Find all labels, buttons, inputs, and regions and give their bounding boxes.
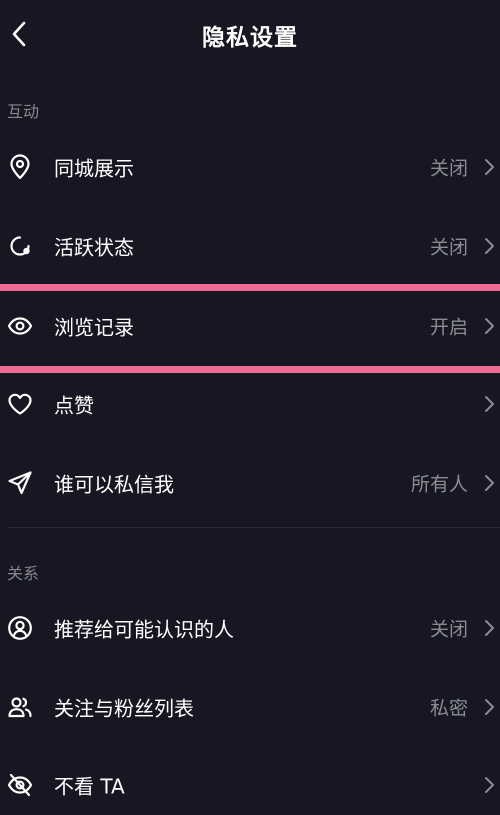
row-label: 浏览记录 [54, 315, 134, 340]
page-title: 隐私设置 [202, 25, 298, 51]
chevron-right-icon [485, 159, 494, 175]
heart-icon [8, 393, 32, 415]
chevron-right-icon [485, 620, 494, 636]
send-icon [8, 471, 32, 495]
row-label: 活跃状态 [54, 235, 134, 260]
section-title-relationship: 关系 [7, 564, 40, 583]
top-bar: 隐私设置 [0, 0, 500, 70]
row-following-followers-list[interactable]: 关注与粉丝列表 私密 [0, 677, 500, 737]
chevron-right-icon [485, 318, 494, 334]
row-label: 同城展示 [54, 156, 134, 181]
row-label: 推荐给可能认识的人 [54, 617, 234, 642]
chevron-right-icon [485, 238, 494, 254]
chevron-right-icon [485, 475, 494, 491]
row-label: 点赞 [54, 393, 94, 418]
row-browsing-history[interactable]: 浏览记录 开启 [0, 296, 500, 356]
activity-status-icon [10, 236, 30, 256]
row-label: 不看 TA [54, 774, 125, 799]
eye-icon [7, 317, 33, 335]
chevron-right-icon [485, 396, 494, 412]
row-local-display[interactable]: 同城展示 关闭 [0, 137, 500, 197]
row-label: 谁可以私信我 [54, 472, 174, 497]
row-likes[interactable]: 点赞 [0, 374, 500, 434]
row-label: 关注与粉丝列表 [54, 696, 194, 721]
section-divider [7, 527, 500, 528]
user-circle-icon [8, 616, 32, 640]
chevron-right-icon [485, 699, 494, 715]
row-value: 关闭 [429, 157, 468, 180]
row-value: 开启 [429, 316, 468, 339]
row-who-can-message[interactable]: 谁可以私信我 所有人 [0, 453, 500, 513]
row-value: 私密 [429, 697, 468, 720]
row-activity-status[interactable]: 活跃状态 关闭 [0, 216, 500, 276]
row-recommend-to-acquaintances[interactable]: 推荐给可能认识的人 关闭 [0, 598, 500, 658]
row-value: 关闭 [429, 618, 468, 641]
eye-off-icon [7, 773, 33, 797]
row-value: 所有人 [410, 473, 468, 496]
users-icon [8, 697, 32, 718]
location-pin-icon [10, 154, 30, 180]
row-value: 关闭 [429, 236, 468, 259]
highlight-line-bottom [0, 366, 500, 373]
row-hide-from[interactable]: 不看 TA [0, 755, 500, 815]
section-title-interaction: 互动 [7, 102, 40, 121]
highlight-line-top [0, 284, 500, 291]
chevron-right-icon [485, 777, 494, 793]
